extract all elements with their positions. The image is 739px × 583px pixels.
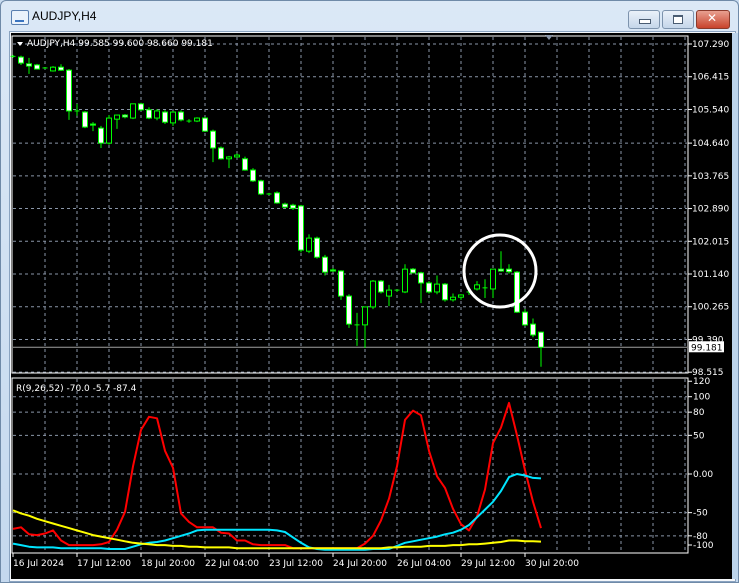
candle-bullish[interactable]	[234, 154, 240, 158]
candle-bearish[interactable]	[330, 269, 336, 272]
candle-bearish[interactable]	[122, 114, 128, 118]
indicator-line-1	[12, 401, 542, 550]
candle-bullish[interactable]	[370, 280, 376, 308]
candle-bearish[interactable]	[178, 111, 184, 121]
candle-bearish[interactable]	[90, 123, 96, 126]
grid	[13, 37, 687, 552]
candle-bearish[interactable]	[538, 331, 544, 348]
candle-bearish[interactable]	[298, 205, 304, 251]
candle-bearish[interactable]	[26, 63, 32, 67]
candle-bearish[interactable]	[426, 282, 432, 293]
time-axis-label: 26 Jul 04:00	[397, 559, 451, 569]
candle-bearish[interactable]	[82, 111, 88, 128]
candles	[10, 54, 544, 367]
dropdown-triangle-icon[interactable]	[17, 42, 23, 46]
candle-bearish[interactable]	[202, 117, 208, 132]
time-axis-label: 17 Jul 12:00	[77, 559, 131, 569]
candle-bearish[interactable]	[338, 270, 344, 297]
indicator-lines	[12, 401, 542, 551]
candle-bullish[interactable]	[106, 117, 112, 144]
candle-bearish[interactable]	[146, 109, 152, 119]
indicator-axis-label: 80	[693, 408, 705, 418]
price-axis-label: 104.640	[692, 139, 729, 149]
candle-bullish[interactable]	[450, 296, 456, 301]
candle-bearish[interactable]	[498, 268, 504, 272]
candle-bearish[interactable]	[250, 169, 256, 182]
time-axis-label: 23 Jul 12:00	[269, 559, 323, 569]
indicator-axis-label: -100	[693, 541, 714, 551]
candle-bearish[interactable]	[66, 69, 72, 112]
candle-bullish[interactable]	[434, 283, 440, 293]
candle-bullish[interactable]	[474, 284, 480, 290]
indicator-axis-label: -50	[693, 509, 708, 519]
candle-bearish[interactable]	[138, 103, 144, 111]
candle-bullish[interactable]	[154, 110, 160, 119]
candle-bearish[interactable]	[378, 280, 384, 293]
candle-bearish[interactable]	[282, 203, 288, 208]
price-axis-label: 106.415	[692, 73, 729, 83]
candle-bearish[interactable]	[290, 204, 296, 209]
candle-bullish[interactable]	[194, 117, 200, 122]
candle-bullish[interactable]	[402, 268, 408, 293]
candle-bearish[interactable]	[58, 66, 64, 71]
price-axis-label: 101.140	[692, 270, 729, 280]
candle-bearish[interactable]	[522, 311, 528, 326]
candle-bearish[interactable]	[410, 268, 416, 274]
candle-bearish[interactable]	[506, 268, 512, 273]
candle-bearish[interactable]	[242, 158, 248, 171]
price-axis-label: 105.540	[692, 105, 729, 115]
candle-bearish[interactable]	[210, 130, 216, 149]
candle-bullish[interactable]	[386, 289, 392, 297]
price-chart[interactable]: 107.290 106.415 105.540 104.640 103.765 102.8…	[0, 0, 739, 583]
indicator-axis-label: 0.00	[693, 470, 713, 480]
time-axis-label: 29 Jul 12:00	[461, 559, 515, 569]
candle-bullish[interactable]	[490, 268, 496, 290]
candle-bullish[interactable]	[114, 114, 120, 120]
time-axis-label: 24 Jul 20:00	[333, 559, 387, 569]
candle-bearish[interactable]	[346, 295, 352, 325]
candle-bullish[interactable]	[362, 306, 368, 326]
indicator-axis-label: 100	[693, 393, 710, 403]
candle-bearish[interactable]	[514, 271, 520, 313]
current-price-label: 99.181	[691, 343, 723, 353]
price-axis-label: 102.015	[692, 237, 729, 247]
candle-bullish[interactable]	[226, 156, 232, 160]
candle-bullish[interactable]	[130, 103, 136, 119]
candle-bullish[interactable]	[50, 66, 56, 72]
indicator-header: R(9,26,52) -70.0 -5.7 -87.4	[16, 384, 137, 394]
candle-bearish[interactable]	[442, 283, 448, 301]
indicator-axis-label: 50	[693, 431, 705, 441]
time-axis-label: 16 Jul 2024	[13, 559, 64, 569]
candle-bullish[interactable]	[170, 111, 176, 124]
time-axis-label: 30 Jul 20:00	[525, 559, 579, 569]
candle-bearish[interactable]	[162, 111, 168, 123]
candle-bearish[interactable]	[34, 64, 40, 70]
price-axis-label: 107.290	[692, 40, 729, 50]
price-axis-label: 100.265	[692, 303, 729, 313]
price-axis-label: 103.765	[692, 172, 729, 182]
candle-bullish[interactable]	[458, 294, 464, 298]
price-axis-label: 102.890	[692, 205, 729, 215]
chart-shift-marker-icon[interactable]	[545, 35, 553, 40]
candle-bearish[interactable]	[314, 237, 320, 258]
candle-bearish[interactable]	[258, 180, 264, 195]
time-axis-label: 18 Jul 20:00	[141, 559, 195, 569]
candle-bearish[interactable]	[418, 272, 424, 284]
candle-bearish[interactable]	[98, 127, 104, 144]
indicator-axis-label: 120	[693, 377, 710, 387]
candle-bearish[interactable]	[274, 192, 280, 204]
candle-bullish[interactable]	[306, 237, 312, 252]
candle-bearish[interactable]	[218, 147, 224, 160]
indicator-pane-border	[11, 377, 689, 554]
chart-header: AUDJPY,H4 99.585 99.600 98.660 99.181	[27, 39, 213, 49]
candle-bearish[interactable]	[18, 56, 24, 64]
time-axis-label: 22 Jul 04:00	[205, 559, 259, 569]
candle-bearish[interactable]	[530, 323, 536, 336]
candle-bearish[interactable]	[322, 256, 328, 273]
indicator-line-2	[12, 473, 542, 551]
